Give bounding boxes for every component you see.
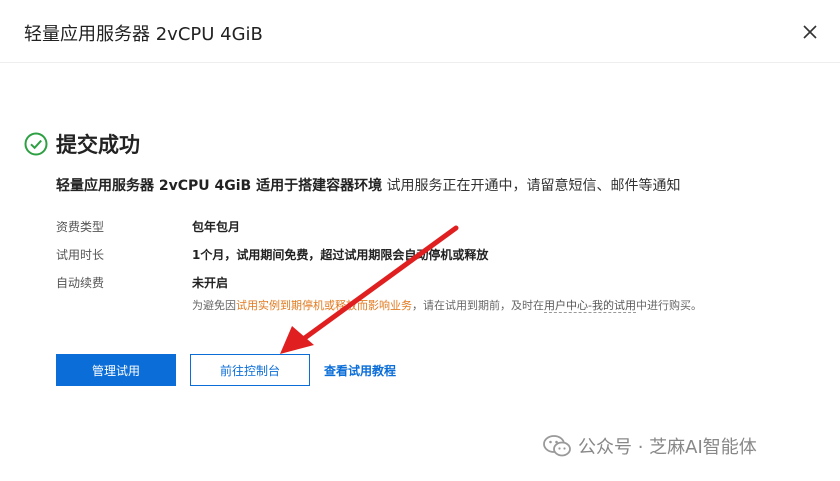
dialog-title: 轻量应用服务器 2vCPU 4GiB — [24, 24, 263, 45]
note-warning: 试用实例到期停机或释放而影响业务 — [236, 299, 412, 312]
detail-label-billing: 资费类型 — [56, 220, 105, 234]
note-prefix: 为避免因 — [192, 299, 236, 312]
close-icon[interactable] — [798, 20, 822, 44]
dialog-header: 轻量应用服务器 2vCPU 4GiB — [0, 0, 840, 63]
success-status: 提交成功 — [24, 130, 140, 158]
product-name: 轻量应用服务器 2vCPU 4GiB 适用于搭建容器环境 — [56, 178, 383, 194]
note-middle: ，请在试用到期前，及时在 — [412, 299, 544, 312]
note-suffix: 中进行购买。 — [635, 299, 702, 312]
status-message: 试用服务正在开通中，请留意短信、邮件等通知 — [382, 178, 681, 194]
go-to-console-button[interactable]: 前往控制台 — [190, 354, 310, 386]
purchase-note: 为避免因试用实例到期停机或释放而影响业务，请在试用到期前，及时在用户中心-我的试… — [192, 297, 702, 313]
detail-value-autorenew: 未开启 — [192, 276, 229, 290]
success-title: 提交成功 — [56, 133, 140, 157]
watermark: 公众号 · 芝麻AI智能体 — [542, 433, 757, 459]
check-circle-icon — [24, 132, 48, 156]
detail-value-duration: 1个月，试用期间免费，超过试用期限会自动停机或释放 — [192, 248, 489, 262]
watermark-text: 公众号 · 芝麻AI智能体 — [578, 437, 757, 458]
status-description: 轻量应用服务器 2vCPU 4GiB 适用于搭建容器环境 试用服务正在开通中，请… — [56, 175, 681, 195]
detail-value-billing: 包年包月 — [192, 220, 241, 234]
view-tutorial-link[interactable]: 查看试用教程 — [324, 362, 396, 379]
annotation-arrow — [280, 225, 459, 354]
user-center-link[interactable]: 用户中心-我的试用 — [544, 299, 636, 313]
detail-label-duration: 试用时长 — [56, 248, 105, 262]
manage-trial-button[interactable]: 管理试用 — [56, 354, 176, 386]
wechat-icon — [543, 435, 571, 457]
detail-label-autorenew: 自动续费 — [56, 276, 105, 290]
